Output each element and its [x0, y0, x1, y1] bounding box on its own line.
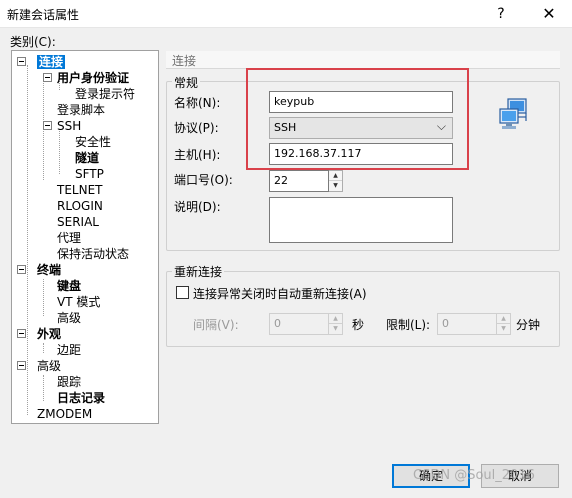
auto-reconnect-checkbox[interactable] [176, 286, 189, 299]
interval-label: 间隔(V): [193, 318, 239, 332]
spin-down-icon[interactable]: ▼ [329, 181, 342, 191]
spin-down-icon[interactable]: ▼ [329, 324, 342, 334]
tree-item[interactable]: 边距 [57, 342, 81, 358]
tree-connector [59, 129, 60, 174]
protocol-label: 协议(P): [174, 121, 219, 135]
tree-item-label: 代理 [57, 231, 82, 245]
tree-item[interactable]: 安全性 [75, 134, 111, 150]
tree-item-label: 日志记录 [57, 391, 106, 405]
tree-connector [43, 343, 44, 353]
tree-item-label: VT 模式 [57, 295, 101, 309]
tree-item[interactable]: 高级 [57, 310, 81, 326]
tree-item[interactable]: 用户身份验证 [57, 70, 129, 86]
tree-item-label: 边距 [57, 343, 82, 357]
tree-item-label: 高级 [37, 359, 62, 373]
tree-item[interactable]: SERIAL [57, 214, 99, 230]
tree-collapse-icon[interactable] [17, 265, 26, 274]
tree-collapse-icon[interactable] [17, 361, 26, 370]
reconnect-group-title: 重新连接 [172, 263, 225, 280]
tree-item[interactable]: 登录提示符 [75, 86, 135, 102]
tree-collapse-icon[interactable] [43, 121, 52, 130]
tree-item[interactable]: 终端 [37, 262, 61, 278]
title-bar: 新建会话属性 ? ✕ [0, 0, 572, 28]
help-button[interactable]: ? [478, 0, 524, 28]
tree-item[interactable]: RLOGIN [57, 198, 103, 214]
tree-item-label: 连接 [37, 55, 66, 69]
tree-item-label: 安全性 [75, 135, 112, 149]
spin-up-icon[interactable]: ▲ [497, 314, 510, 324]
port-label: 端口号(O): [174, 173, 233, 187]
tree-item[interactable]: 隧道 [75, 150, 99, 166]
interval-spinner[interactable]: ▲ ▼ [329, 313, 343, 335]
tree-item-label: TELNET [57, 183, 103, 197]
tree-connector [27, 65, 28, 415]
tree-item[interactable]: 连接 [37, 54, 66, 70]
tree-connector [43, 375, 44, 401]
tree-item-label: 保持活动状态 [57, 247, 130, 261]
window-title: 新建会话属性 [7, 8, 80, 22]
spin-up-icon[interactable]: ▲ [329, 171, 342, 181]
highlight-annotation [246, 68, 469, 170]
tree-item-label: 外观 [37, 327, 62, 341]
tree-item[interactable]: 外观 [37, 326, 61, 342]
tree-item[interactable]: 键盘 [57, 278, 81, 294]
description-input[interactable] [269, 197, 453, 243]
reconnect-group [166, 271, 560, 347]
network-computer-icon [499, 98, 527, 129]
ok-button[interactable]: 确定 [392, 464, 470, 488]
interval-input[interactable]: 0 [269, 313, 329, 335]
content-header: 连接 [166, 51, 560, 69]
tree-item-label: 终端 [37, 263, 62, 277]
tree-item[interactable]: SFTP [75, 166, 104, 182]
tree-collapse-icon[interactable] [43, 73, 52, 82]
limit-input[interactable]: 0 [437, 313, 497, 335]
description-label: 说明(D): [174, 200, 221, 214]
tree-item-label: 登录脚本 [57, 103, 106, 117]
content-header-title: 连接 [172, 54, 197, 68]
tree-connector [43, 279, 44, 316]
limit-label: 限制(L): [386, 318, 431, 332]
port-input[interactable]: 22 [269, 170, 329, 192]
name-label: 名称(N): [174, 96, 221, 110]
host-label: 主机(H): [174, 148, 221, 162]
tree-item[interactable]: 高级 [37, 358, 61, 374]
tree-item-label: 键盘 [57, 279, 82, 293]
tree-item-label: ZMODEM [37, 407, 93, 421]
cancel-button[interactable]: 取消 [481, 464, 559, 488]
tree-item-label: 隧道 [75, 151, 100, 165]
tree-collapse-icon[interactable] [17, 329, 26, 338]
tree-item[interactable]: 日志记录 [57, 390, 105, 406]
tree-item[interactable]: TELNET [57, 182, 103, 198]
minutes-unit: 分钟 [516, 318, 541, 332]
tree-item-label: 登录提示符 [75, 87, 136, 101]
close-button[interactable]: ✕ [526, 0, 572, 28]
tree-item[interactable]: 代理 [57, 230, 81, 246]
general-group-title: 常规 [172, 74, 201, 91]
tree-item[interactable]: VT 模式 [57, 294, 100, 310]
tree-item-label: SERIAL [57, 215, 99, 229]
tree-item-label: SSH [57, 119, 82, 133]
tree-item-label: 跟踪 [57, 375, 82, 389]
limit-spinner[interactable]: ▲ ▼ [497, 313, 511, 335]
tree-item[interactable]: SSH [57, 118, 81, 134]
tree-item[interactable]: 跟踪 [57, 374, 81, 390]
category-tree[interactable]: 连接用户身份验证登录提示符登录脚本 SSH 安全性隧道 SFTP TELNET RLOGI… [11, 50, 159, 424]
seconds-unit: 秒 [352, 318, 365, 332]
tree-item-label: 用户身份验证 [57, 71, 130, 85]
tree-item[interactable]: ZMODEM [37, 406, 92, 422]
spin-down-icon[interactable]: ▼ [497, 324, 510, 334]
port-spinner[interactable]: ▲ ▼ [329, 170, 343, 192]
tree-item-label: 高级 [57, 311, 82, 325]
tree-collapse-icon[interactable] [17, 57, 26, 66]
tree-item-label: RLOGIN [57, 199, 103, 213]
spin-up-icon[interactable]: ▲ [329, 314, 342, 324]
category-label: 类别(C): [10, 35, 56, 49]
auto-reconnect-label: 连接异常关闭时自动重新连接(A) [193, 287, 367, 301]
tree-item[interactable]: 登录脚本 [57, 102, 105, 118]
tree-item[interactable]: 保持活动状态 [57, 246, 129, 262]
tree-item-label: SFTP [75, 167, 104, 181]
